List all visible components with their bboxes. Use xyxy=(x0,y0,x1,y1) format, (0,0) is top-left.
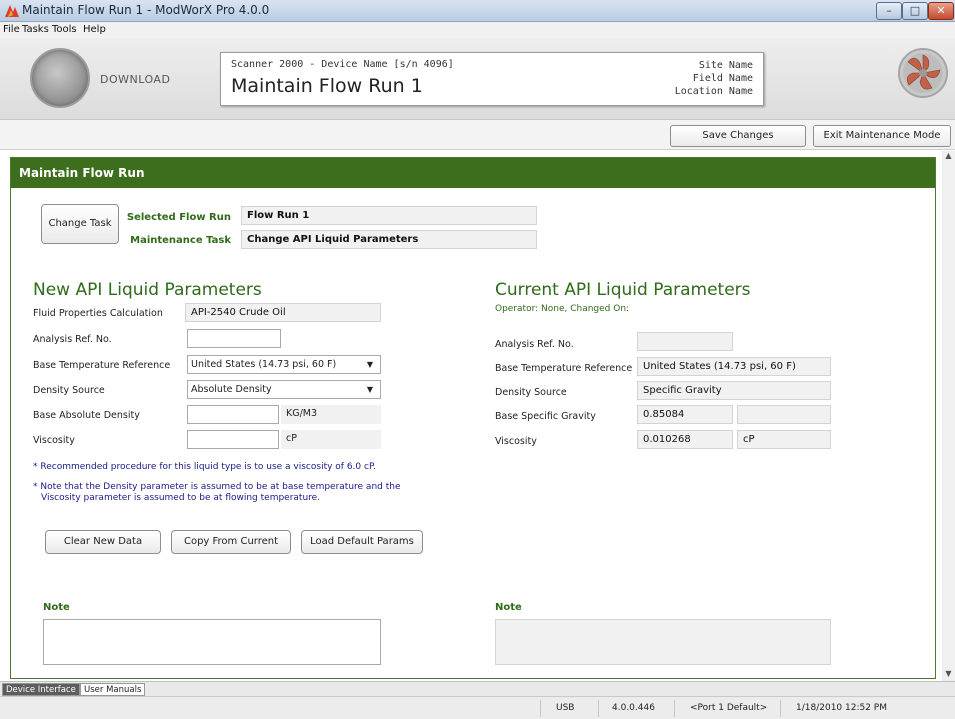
base-temp-label: Base Temperature Reference xyxy=(33,360,171,371)
current-base-sg-label: Base Specific Gravity xyxy=(495,411,596,422)
menu-tools[interactable]: Tools xyxy=(52,24,77,35)
current-base-temp-value: United States (14.73 psi, 60 F) xyxy=(637,357,831,376)
status-port: <Port 1 Default> xyxy=(690,703,768,713)
base-temp-select[interactable]: United States (14.73 psi, 60 F) ▼ xyxy=(187,355,381,374)
current-note-label: Note xyxy=(495,602,522,613)
current-viscosity-label: Viscosity xyxy=(495,436,537,447)
status-datetime: 1/18/2010 12:52 PM xyxy=(796,703,887,713)
current-analysis-ref-value xyxy=(637,332,733,351)
fluid-calc-value: API-2540 Crude Oil xyxy=(185,303,381,322)
density-source-select[interactable]: Absolute Density ▼ xyxy=(187,380,381,399)
maintenance-task-value: Change API Liquid Parameters xyxy=(241,230,537,249)
window-title: Maintain Flow Run 1 - ModWorX Pro 4.0.0 xyxy=(22,3,270,17)
chevron-down-icon: ▼ xyxy=(366,360,373,369)
status-divider xyxy=(540,700,541,717)
selected-flow-run-value: Flow Run 1 xyxy=(241,206,537,225)
current-base-sg-unit xyxy=(737,405,831,424)
new-note-textarea[interactable] xyxy=(43,619,381,665)
minimize-button[interactable]: – xyxy=(876,2,902,20)
tab-device-interface[interactable]: Device Interface xyxy=(2,683,80,696)
tab-user-manuals[interactable]: User Manuals xyxy=(80,683,146,696)
current-viscosity-value: 0.010268 xyxy=(637,430,733,449)
status-divider xyxy=(674,700,675,717)
close-button[interactable]: ✕ xyxy=(928,2,954,20)
status-bar: USB 4.0.0.446 <Port 1 Default> 1/18/2010… xyxy=(0,696,955,719)
device-info-panel: Scanner 2000 - Device Name [s/n 4096] Ma… xyxy=(220,52,764,106)
fluid-calc-label: Fluid Properties Calculation xyxy=(33,308,163,319)
clear-new-data-button[interactable]: Clear New Data xyxy=(45,530,161,554)
maintain-flow-run-panel: Maintain Flow Run Change Task Selected F… xyxy=(10,157,936,679)
menu-file[interactable]: File xyxy=(3,24,20,35)
current-viscosity-unit: cP xyxy=(737,430,831,449)
current-base-temp-label: Base Temperature Reference xyxy=(495,363,633,374)
density-source-selected: Absolute Density xyxy=(191,384,272,395)
current-params-title: Current API Liquid Parameters xyxy=(495,280,751,300)
viscosity-recommendation-note: * Recommended procedure for this liquid … xyxy=(33,462,376,472)
base-density-unit: KG/M3 xyxy=(281,405,381,424)
menu-tasks[interactable]: Tasks xyxy=(22,24,49,35)
title-bar: Maintain Flow Run 1 - ModWorX Pro 4.0.0 … xyxy=(0,0,955,22)
fan-icon xyxy=(898,48,948,98)
maintenance-task-label: Maintenance Task xyxy=(130,235,231,246)
device-name-line: Scanner 2000 - Device Name [s/n 4096] xyxy=(231,59,454,70)
field-name: Field Name xyxy=(692,73,753,84)
new-note-label: Note xyxy=(43,602,70,613)
status-connection: USB xyxy=(556,703,575,713)
base-density-input[interactable] xyxy=(187,405,279,424)
analysis-ref-label: Analysis Ref. No. xyxy=(33,334,112,345)
load-default-params-button[interactable]: Load Default Params xyxy=(301,530,423,554)
copy-from-current-button[interactable]: Copy From Current xyxy=(171,530,291,554)
menu-help[interactable]: Help xyxy=(83,24,106,35)
panel-header: Maintain Flow Run xyxy=(11,158,935,188)
current-density-source-value: Specific Gravity xyxy=(637,381,831,400)
viscosity-unit: cP xyxy=(281,430,381,449)
density-note-line2: Viscosity parameter is assumed to be at … xyxy=(41,493,321,503)
current-note-box xyxy=(495,619,831,665)
app-header: DOWNLOAD Scanner 2000 - Device Name [s/n… xyxy=(0,38,955,120)
base-density-label: Base Absolute Density xyxy=(33,410,140,421)
save-changes-button[interactable]: Save Changes xyxy=(670,125,806,147)
maximize-button[interactable]: □ xyxy=(902,2,928,20)
current-base-sg-value: 0.85084 xyxy=(637,405,733,424)
density-note-line1: * Note that the Density parameter is ass… xyxy=(33,482,401,492)
current-analysis-ref-label: Analysis Ref. No. xyxy=(495,339,574,350)
base-temp-selected: United States (14.73 psi, 60 F) xyxy=(191,359,337,370)
action-bar: Save Changes Exit Maintenance Mode xyxy=(0,120,955,150)
exit-maintenance-button[interactable]: Exit Maintenance Mode xyxy=(813,125,951,147)
menu-bar: File Tasks Tools Help xyxy=(0,22,955,38)
viscosity-label: Viscosity xyxy=(33,435,75,446)
page-title: Maintain Flow Run 1 xyxy=(231,75,423,97)
analysis-ref-input[interactable] xyxy=(187,329,281,348)
selected-flow-run-label: Selected Flow Run xyxy=(126,212,231,223)
download-label[interactable]: DOWNLOAD xyxy=(100,73,170,86)
operator-line: Operator: None, Changed On: xyxy=(495,304,630,314)
new-params-title: New API Liquid Parameters xyxy=(33,280,262,300)
scroll-down-arrow-icon[interactable]: ▼ xyxy=(942,669,955,681)
location-name: Location Name xyxy=(674,86,753,97)
download-knob-icon[interactable] xyxy=(30,48,90,108)
status-version: 4.0.0.446 xyxy=(612,703,655,713)
vertical-scrollbar[interactable]: ▲ ▼ xyxy=(942,151,955,681)
bottom-tab-bar: Device Interface User Manuals xyxy=(0,681,955,696)
status-divider xyxy=(598,700,599,717)
change-task-button[interactable]: Change Task xyxy=(41,204,119,244)
density-source-label: Density Source xyxy=(33,385,105,396)
scroll-up-arrow-icon[interactable]: ▲ xyxy=(942,151,955,163)
current-density-source-label: Density Source xyxy=(495,387,567,398)
chevron-down-icon: ▼ xyxy=(366,385,373,394)
app-logo-icon xyxy=(4,3,20,19)
site-name: Site Name xyxy=(698,60,753,71)
viscosity-input[interactable] xyxy=(187,430,279,449)
status-divider xyxy=(780,700,781,717)
site-info: Site Name Field Name Location Name xyxy=(675,59,753,98)
